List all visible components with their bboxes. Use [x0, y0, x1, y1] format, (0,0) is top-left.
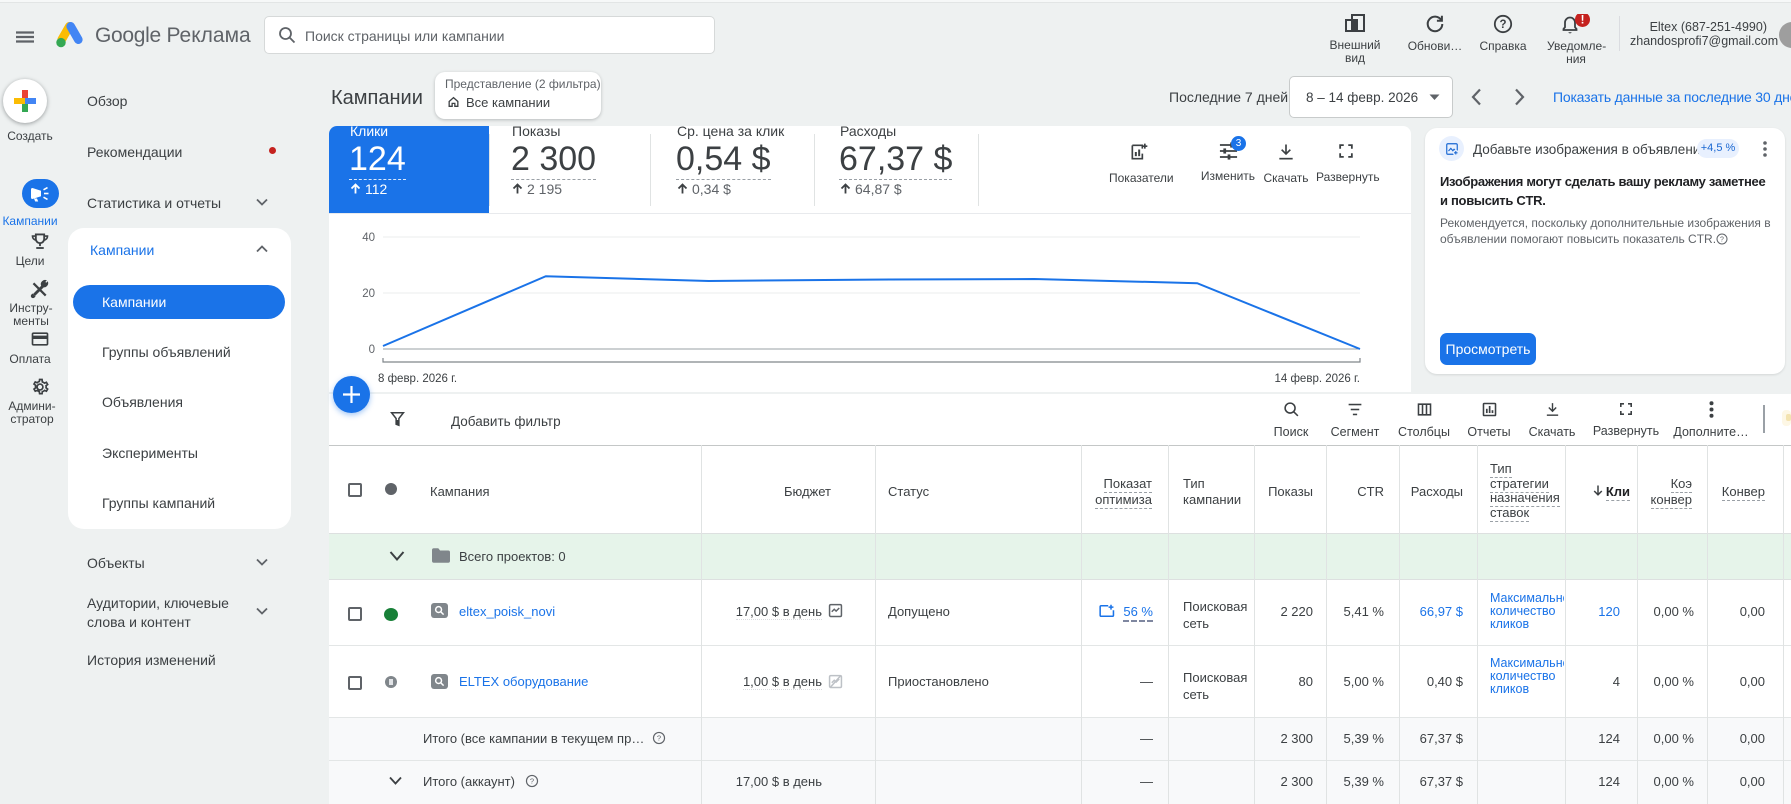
- svg-text:?: ?: [1720, 237, 1724, 244]
- svg-text:40: 40: [362, 232, 375, 244]
- svg-text:?: ?: [1499, 19, 1506, 31]
- svg-text:8 февр. 2026 г.: 8 февр. 2026 г.: [378, 373, 457, 385]
- svg-text:?: ?: [657, 734, 661, 743]
- svg-text:0: 0: [369, 344, 375, 356]
- svg-text:20: 20: [362, 288, 375, 300]
- svg-text:14 февр. 2026 г.: 14 февр. 2026 г.: [1274, 373, 1360, 385]
- svg-text:?: ?: [530, 777, 534, 786]
- svg-text:!: !: [1581, 15, 1585, 27]
